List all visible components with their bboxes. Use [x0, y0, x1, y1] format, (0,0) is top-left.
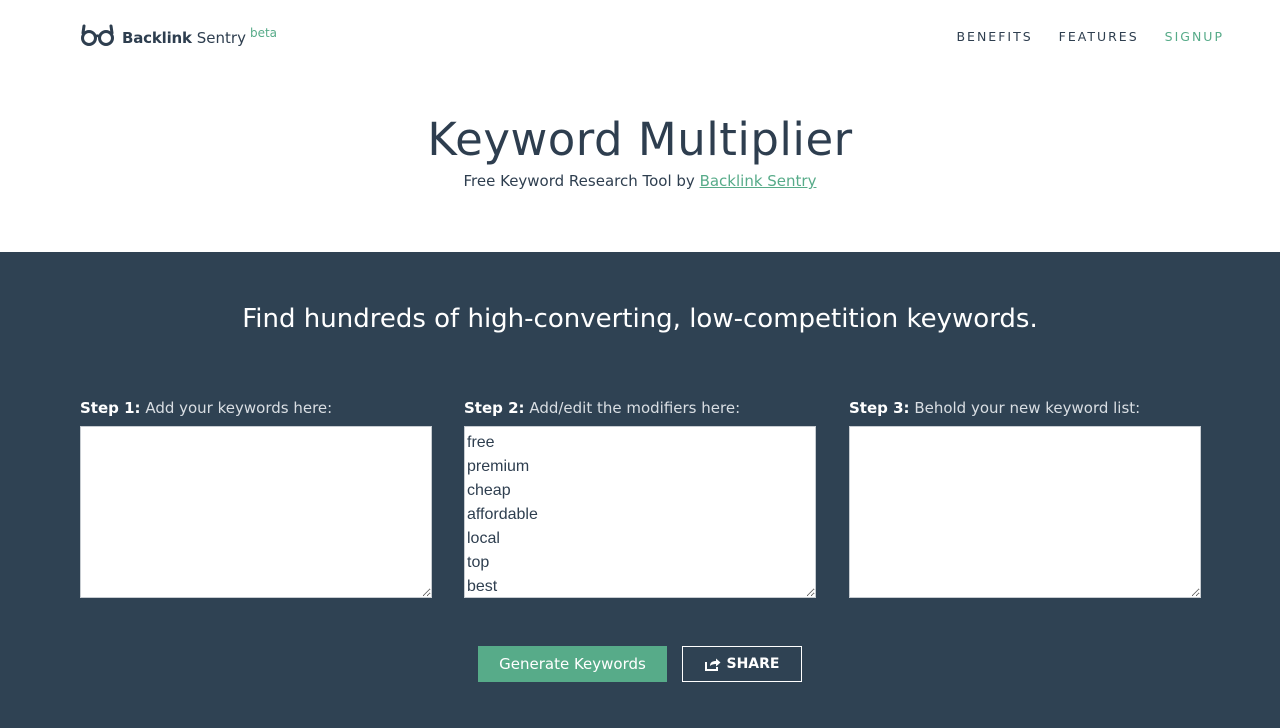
- top-navbar: Backlink Sentry beta BENEFITS FEATURES S…: [0, 0, 1280, 75]
- keyword-tool-section: Find hundreds of high-converting, low-co…: [0, 252, 1280, 728]
- results-output[interactable]: [849, 426, 1201, 598]
- nav-features-link[interactable]: FEATURES: [1059, 29, 1139, 44]
- share-button[interactable]: SHARE: [682, 646, 802, 682]
- share-icon: [704, 657, 721, 671]
- tagline: Find hundreds of high-converting, low-co…: [242, 304, 1038, 334]
- step-3-number: Step 3:: [849, 399, 910, 417]
- page-title: Keyword Multiplier: [427, 113, 853, 166]
- beta-badge: beta: [249, 26, 278, 40]
- step-3-text: Behold your new keyword list:: [909, 399, 1141, 417]
- glasses-icon: [80, 24, 116, 48]
- nav-signup-link[interactable]: SIGNUP: [1165, 29, 1224, 44]
- share-label: SHARE: [726, 656, 780, 672]
- page-subtitle: Free Keyword Research Tool by Backlink S…: [0, 171, 1280, 191]
- step-1-number: Step 1:: [80, 399, 141, 417]
- generate-keywords-button[interactable]: Generate Keywords: [478, 646, 667, 682]
- brand-name-bold: Backlink: [122, 29, 192, 47]
- keywords-input[interactable]: [80, 426, 432, 598]
- step-2-panel: Step 2: Add/edit the modifiers here: fre…: [464, 398, 816, 598]
- step-1-label: Step 1: Add your keywords here:: [80, 398, 432, 418]
- main-nav: BENEFITS FEATURES SIGNUP: [956, 29, 1224, 44]
- step-3-panel: Step 3: Behold your new keyword list:: [849, 398, 1201, 598]
- nav-benefits-link[interactable]: BENEFITS: [956, 29, 1032, 44]
- step-1-panel: Step 1: Add your keywords here:: [80, 398, 432, 598]
- modifiers-input[interactable]: free premium cheap affordable local top …: [464, 426, 816, 598]
- backlink-sentry-link[interactable]: Backlink Sentry: [700, 172, 817, 190]
- subtitle-text: Free Keyword Research Tool by: [463, 172, 700, 190]
- brand-logo-link[interactable]: Backlink Sentry beta: [80, 24, 277, 48]
- step-2-label: Step 2: Add/edit the modifiers here:: [464, 398, 816, 418]
- brand-name-light: Sentry: [196, 29, 246, 47]
- step-3-label: Step 3: Behold your new keyword list:: [849, 398, 1201, 418]
- step-2-number: Step 2:: [464, 399, 525, 417]
- step-2-text: Add/edit the modifiers here:: [524, 399, 741, 417]
- step-1-text: Add your keywords here:: [140, 399, 333, 417]
